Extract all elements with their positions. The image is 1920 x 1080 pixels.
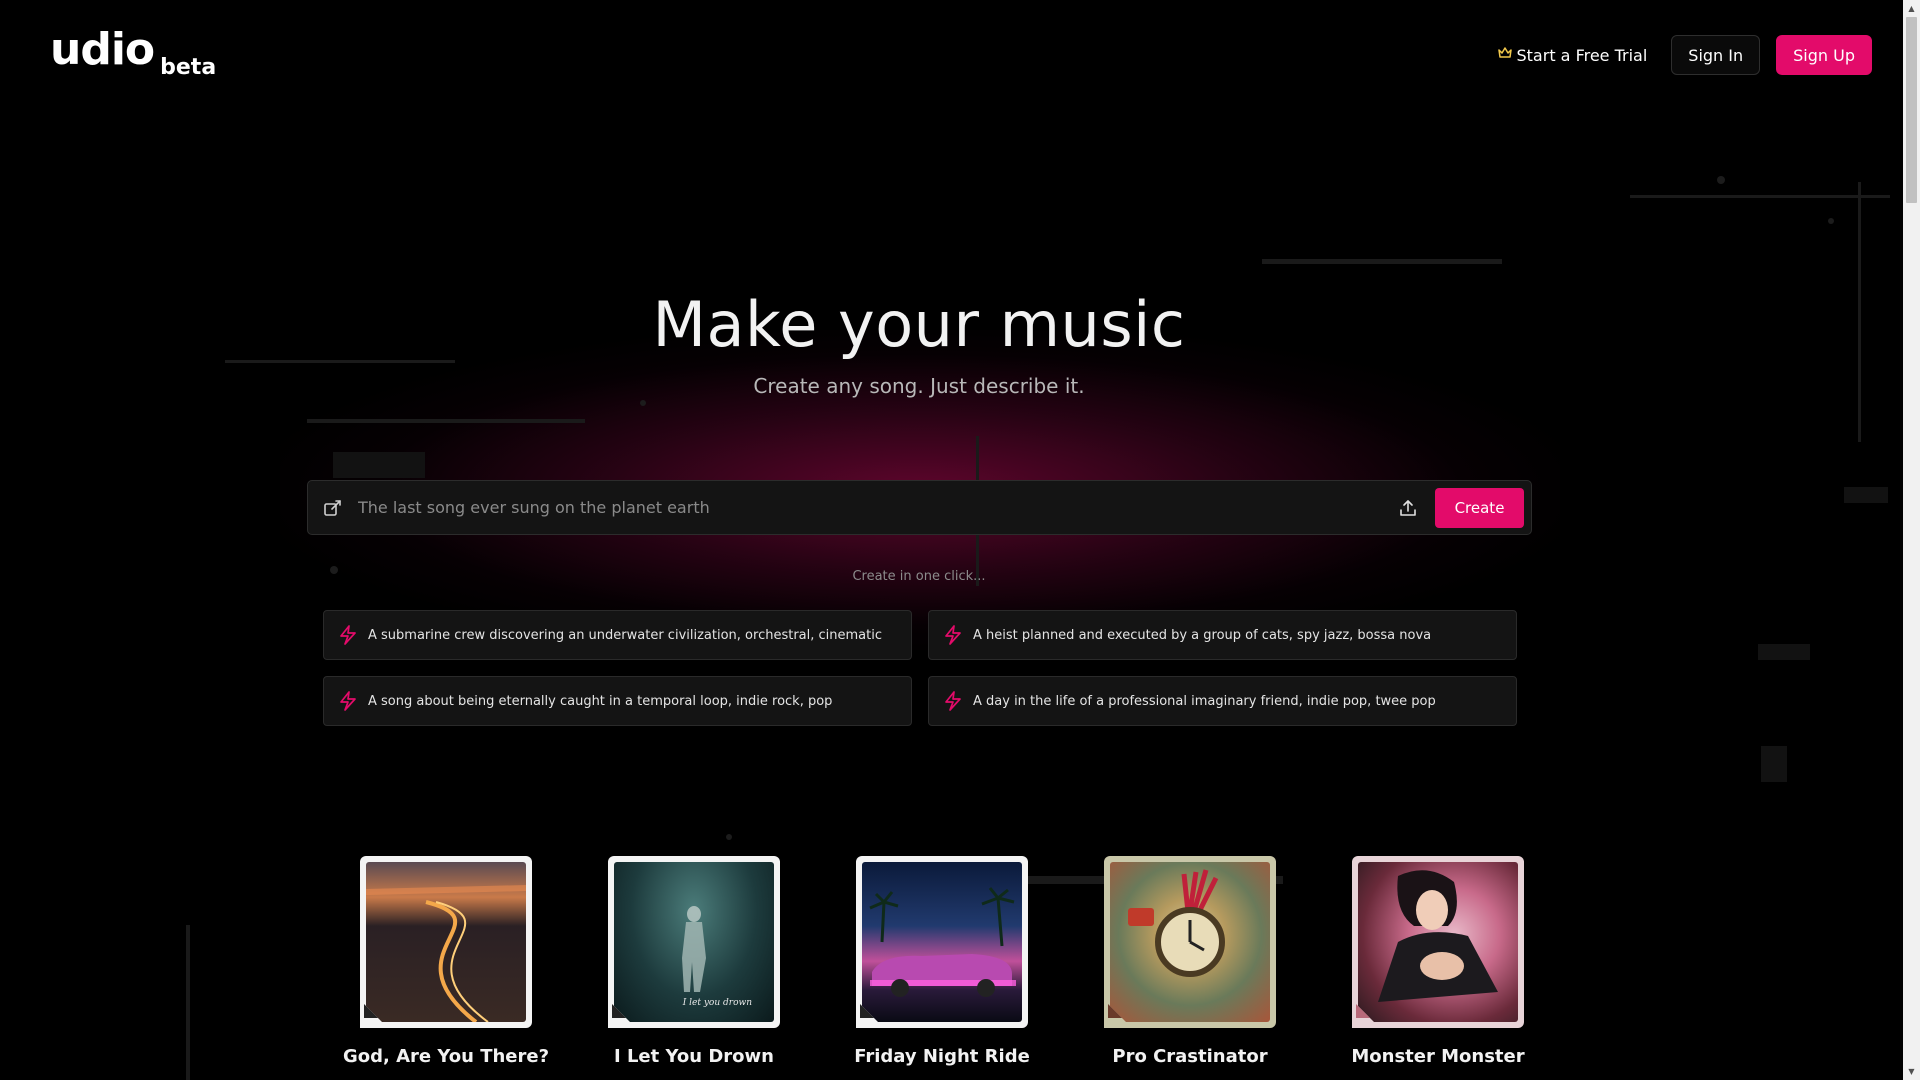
song-gallery: God, Are You There? I let you drown I Le… <box>322 856 1562 1067</box>
scrollbar-thumb[interactable] <box>1906 17 1917 203</box>
song-cover-caption: I let you drown <box>682 998 752 1008</box>
header-actions: Start a Free Trial Sign In Sign Up <box>1497 35 1872 75</box>
song-title: Pro Crastinator <box>1112 1046 1268 1067</box>
corner-fold-icon <box>608 1000 636 1028</box>
upload-icon[interactable] <box>1397 497 1419 519</box>
create-button[interactable]: Create <box>1435 487 1524 528</box>
logo-beta-badge: beta <box>160 55 217 80</box>
song-cover[interactable] <box>1104 856 1276 1028</box>
suggestion-label: A heist planned and executed by a group … <box>973 627 1432 643</box>
scroll-up-icon[interactable]: ▲ <box>1903 0 1920 17</box>
start-free-trial-label: Start a Free Trial <box>1516 45 1648 65</box>
hero-subtitle: Create any song. Just describe it. <box>753 374 1085 398</box>
song-title: Monster Monster <box>1351 1046 1525 1067</box>
bolt-icon <box>338 691 358 711</box>
song-card[interactable]: Friday Night Ride <box>818 856 1066 1067</box>
background-decoration <box>1858 182 1861 442</box>
background-decoration <box>1717 176 1725 184</box>
song-cover[interactable]: I let you drown <box>608 856 780 1028</box>
suggestion-label: A day in the life of a professional imag… <box>973 693 1436 709</box>
udio-logo[interactable]: udio beta <box>50 24 216 81</box>
background-decoration <box>1758 644 1810 660</box>
song-card[interactable]: Monster Monster <box>1314 856 1562 1067</box>
song-cover[interactable] <box>856 856 1028 1028</box>
background-decoration <box>1828 218 1834 224</box>
song-card[interactable]: God, Are You There? <box>322 856 570 1067</box>
suggestion-label: A song about being eternally caught in a… <box>368 693 833 709</box>
background-decoration <box>640 400 646 406</box>
corner-fold-icon <box>360 1000 388 1028</box>
background-decoration <box>307 419 585 423</box>
corner-fold-icon <box>1352 1000 1380 1028</box>
song-cover[interactable] <box>360 856 532 1028</box>
suggestion-chip[interactable]: A submarine crew discovering an underwat… <box>323 610 912 660</box>
sign-up-button[interactable]: Sign Up <box>1776 35 1872 75</box>
suggestion-chip[interactable]: A day in the life of a professional imag… <box>928 676 1517 726</box>
page-scrollbar[interactable]: ▲ ▼ <box>1903 0 1920 1080</box>
suggestion-chip[interactable]: A heist planned and executed by a group … <box>928 610 1517 660</box>
prompt-bar: Create <box>307 480 1532 535</box>
background-decoration <box>333 452 425 478</box>
corner-fold-icon <box>1104 1000 1132 1028</box>
bolt-icon <box>338 625 358 645</box>
start-free-trial-link[interactable]: Start a Free Trial <box>1497 45 1648 65</box>
background-decoration <box>726 834 732 840</box>
song-cover[interactable] <box>1352 856 1524 1028</box>
song-card[interactable]: Pro Crastinator <box>1066 856 1314 1067</box>
song-title: Friday Night Ride <box>854 1046 1030 1067</box>
one-click-heading: Create in one click... <box>852 569 986 584</box>
background-decoration <box>1630 195 1890 198</box>
bolt-icon <box>943 691 963 711</box>
song-prompt-input[interactable] <box>356 480 1397 535</box>
sign-in-button[interactable]: Sign In <box>1671 35 1761 75</box>
song-card[interactable]: I let you drown I Let You Drown <box>570 856 818 1067</box>
background-decoration <box>186 925 190 1080</box>
suggestion-list: A submarine crew discovering an underwat… <box>323 610 1517 726</box>
page: udio beta Start a Free Trial Sign In Sig… <box>0 0 1920 1080</box>
bolt-icon <box>943 625 963 645</box>
logo-wordmark: udio <box>50 24 155 75</box>
song-title: God, Are You There? <box>342 1046 550 1067</box>
background-decoration <box>1761 746 1787 782</box>
suggestion-chip[interactable]: A song about being eternally caught in a… <box>323 676 912 726</box>
suggestion-label: A submarine crew discovering an underwat… <box>368 627 882 643</box>
hero-title: Make your music <box>652 288 1186 361</box>
song-title: I Let You Drown <box>614 1046 774 1067</box>
edit-icon[interactable] <box>322 497 344 519</box>
scroll-down-icon[interactable]: ▼ <box>1903 1063 1920 1080</box>
background-decoration <box>1844 487 1888 503</box>
crown-icon <box>1497 47 1512 63</box>
corner-fold-icon <box>856 1000 884 1028</box>
background-decoration <box>1262 259 1502 264</box>
